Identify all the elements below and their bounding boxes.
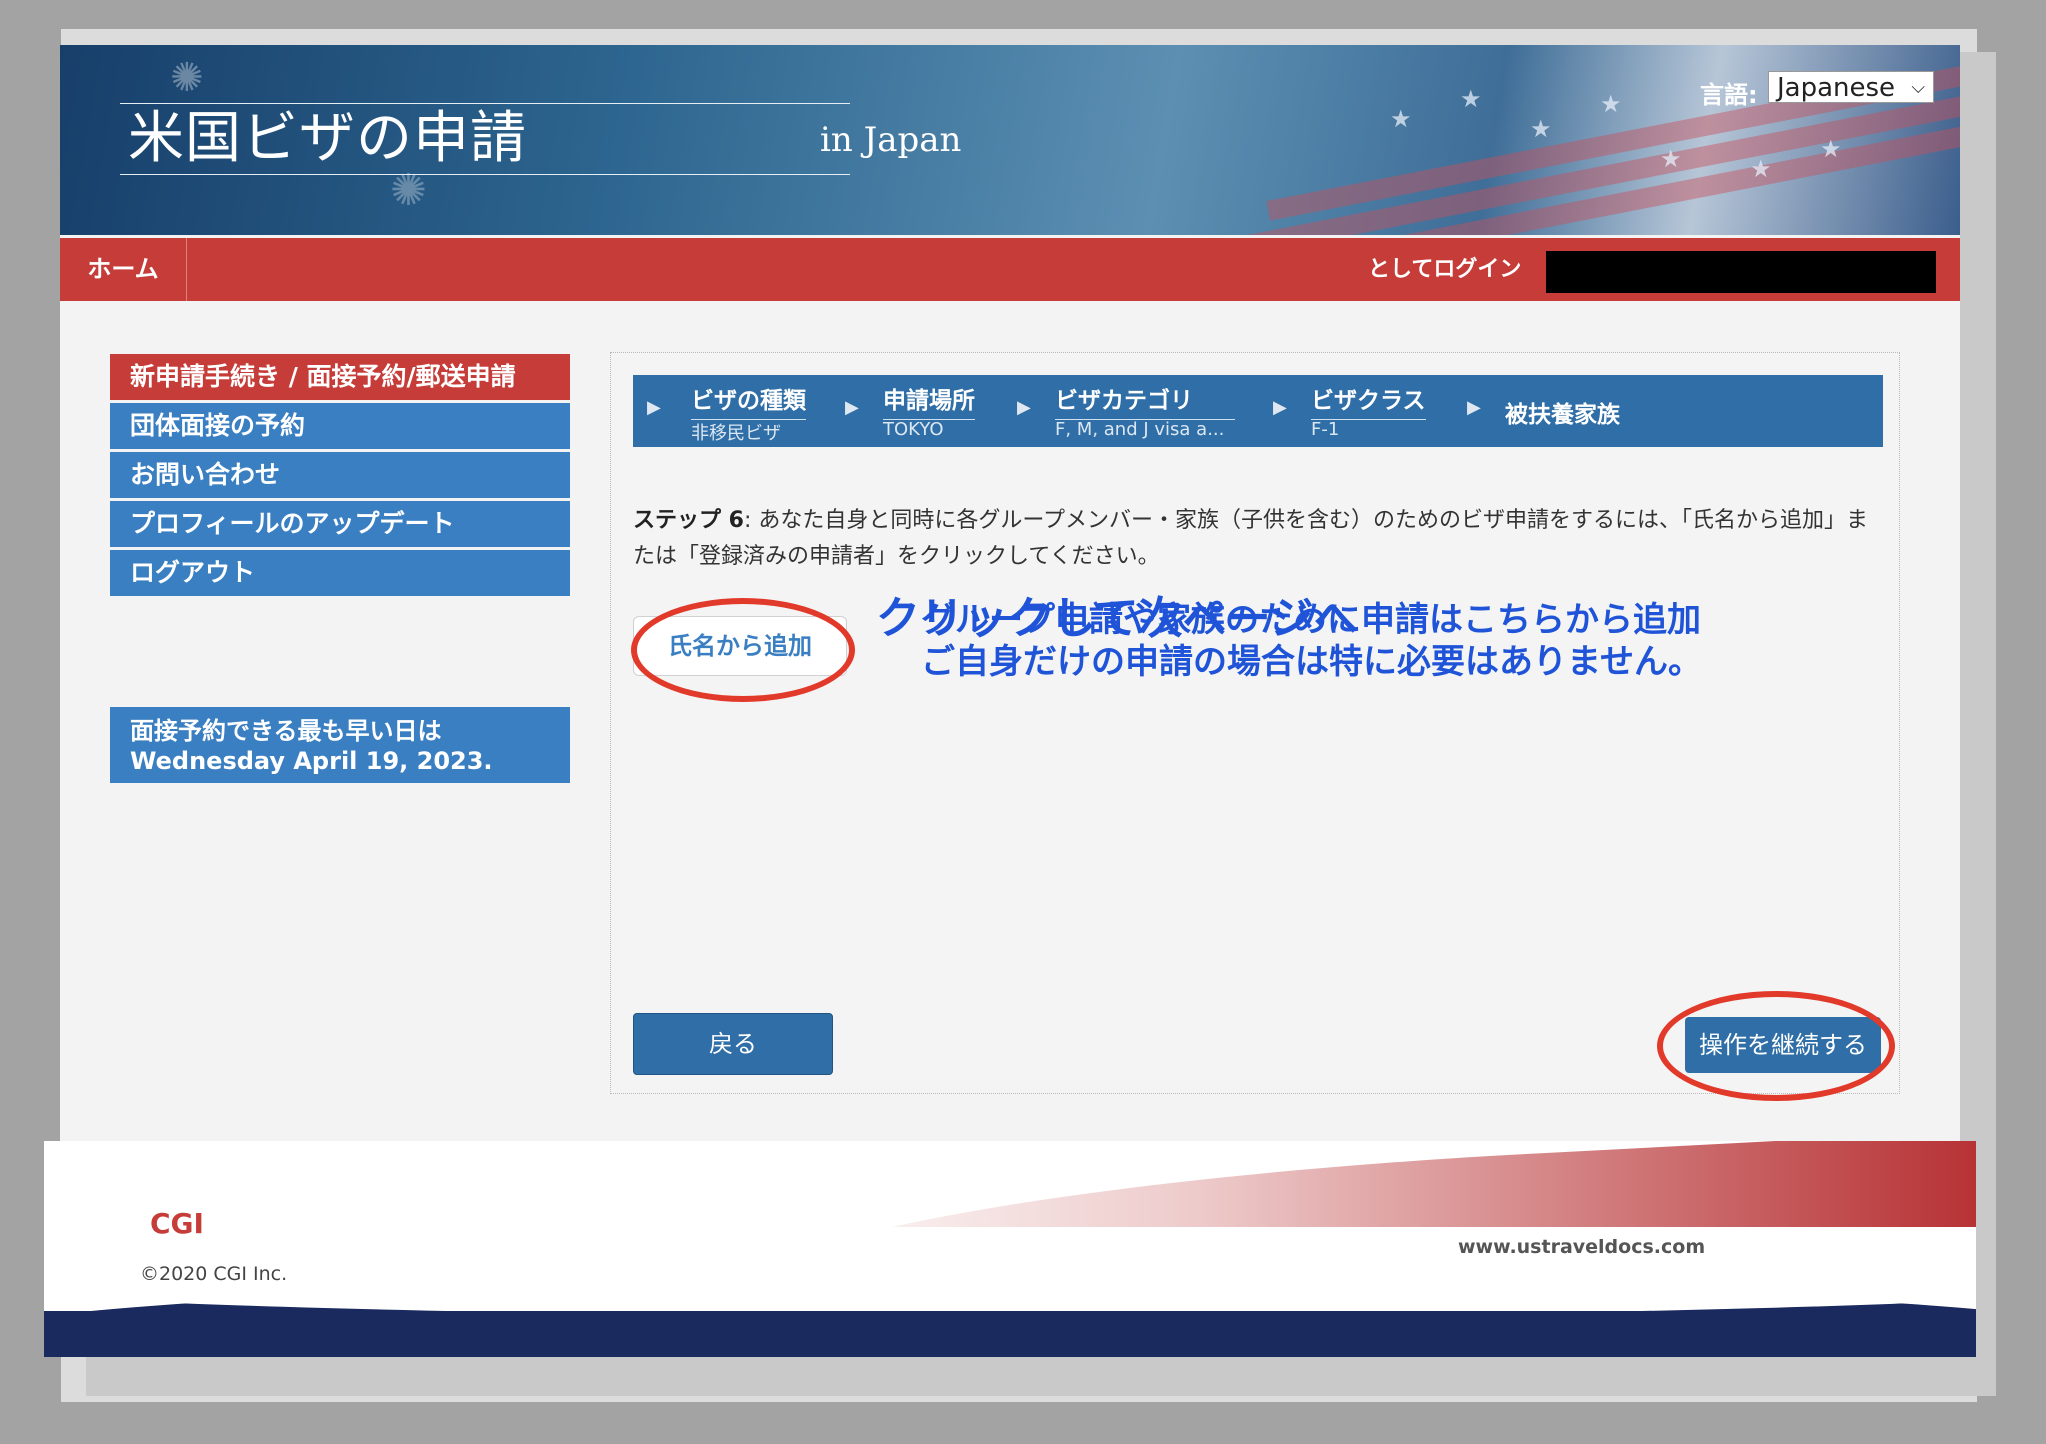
step-label: 申請場所	[883, 381, 975, 420]
instruction-text: : あなた自身と同時に各グループメンバー・家族（子供を含む）のためのビザ申請をす…	[633, 508, 1869, 569]
redacted-username	[1546, 251, 1936, 293]
step-value: F, M, and J visa a...	[1055, 419, 1225, 440]
sidebar-item-group-interview[interactable]: 団体面接の予約	[110, 403, 570, 449]
earliest-appointment-box: 面接予約できる最も早い日は Wednesday April 19, 2023.	[110, 707, 570, 783]
annotation-circle	[1657, 991, 1895, 1101]
annotation-next-page: クリックして次ページへ	[876, 593, 1358, 644]
chevron-right-icon: ▶	[845, 397, 859, 418]
star-icon: ★	[1820, 135, 1842, 163]
language-select[interactable]: Japanese ⌵	[1768, 71, 1934, 103]
website-link[interactable]: www.ustraveldocs.com	[1458, 1236, 1705, 1258]
cgi-logo: CGI	[150, 1207, 204, 1240]
step-number-label: ステップ 6	[633, 508, 744, 533]
star-icon: ★	[1530, 115, 1552, 143]
chevron-right-icon: ▶	[1017, 397, 1031, 418]
earliest-appointment-date: Wednesday April 19, 2023.	[130, 747, 493, 775]
page-title: 米国ビザの申請	[128, 106, 527, 171]
language-label: 言語:	[1700, 81, 1758, 109]
annotation-circle	[631, 598, 855, 702]
sidebar: 新申請手続き / 面接予約/郵送申請 団体面接の予約 お問い合わせ プロフィール…	[110, 354, 570, 599]
country-subtitle: in Japan	[820, 120, 962, 160]
step-label: ビザの種類	[691, 381, 806, 420]
logged-in-as-label: としてログイン	[1368, 257, 1522, 282]
copyright-text: ©2020 CGI Inc.	[140, 1263, 288, 1285]
language-value: Japanese	[1777, 73, 1896, 103]
earliest-appointment-label: 面接予約できる最も早い日は	[130, 717, 442, 745]
footer-bar-navy	[44, 1311, 1976, 1357]
nav-bar: ホーム としてログイン	[60, 238, 1960, 301]
step-value: TOKYO	[883, 419, 944, 440]
step-label: 被扶養家族	[1505, 402, 1620, 428]
step-value: 非移民ビザ	[691, 423, 781, 444]
nav-home-link[interactable]: ホーム	[60, 238, 187, 301]
chevron-right-icon: ▶	[1467, 397, 1481, 418]
firework-icon: ✺	[170, 55, 204, 101]
step-value: F-1	[1311, 419, 1340, 440]
title-frame: 米国ビザの申請	[120, 103, 850, 175]
content-panel: ▶ ビザの種類 非移民ビザ ▶ 申請場所 TOKYO ▶ ビザカテゴリ F, M…	[610, 352, 1900, 1101]
sidebar-item-contact[interactable]: お問い合わせ	[110, 452, 570, 498]
sidebar-item-logout[interactable]: ログアウト	[110, 550, 570, 596]
chevron-down-icon: ⌵	[1911, 77, 1925, 98]
step-label: ビザカテゴリ	[1055, 381, 1235, 420]
chevron-right-icon: ▶	[1273, 397, 1287, 418]
star-icon: ★	[1390, 105, 1412, 133]
chevron-right-icon: ▶	[647, 397, 661, 418]
sidebar-item-profile-update[interactable]: プロフィールのアップデート	[110, 501, 570, 547]
star-icon: ★	[1600, 90, 1622, 118]
star-icon: ★	[1660, 145, 1682, 173]
step-label: ビザクラス	[1311, 381, 1426, 420]
star-icon: ★	[1750, 155, 1772, 183]
star-icon: ★	[1460, 85, 1482, 113]
progress-steps: ▶ ビザの種類 非移民ビザ ▶ 申請場所 TOKYO ▶ ビザカテゴリ F, M…	[633, 375, 1883, 447]
back-button[interactable]: 戻る	[633, 1013, 833, 1075]
sidebar-item-new-application[interactable]: 新申請手続き / 面接予約/郵送申請	[110, 354, 570, 400]
header-banner: ★ ★ ★ ★ ★ ★ ★ ✺ ✺ 米国ビザの申請 in Japan 言語: J…	[60, 45, 1960, 235]
step-instructions: ステップ 6: あなた自身と同時に各グループメンバー・家族（子供を含む）のための…	[633, 503, 1883, 575]
annotation-note-line: ご自身だけの申請の場合は特に必要はありません。	[921, 642, 1702, 682]
footer: CGI ©2020 CGI Inc. www.ustraveldocs.com	[44, 1141, 1976, 1357]
